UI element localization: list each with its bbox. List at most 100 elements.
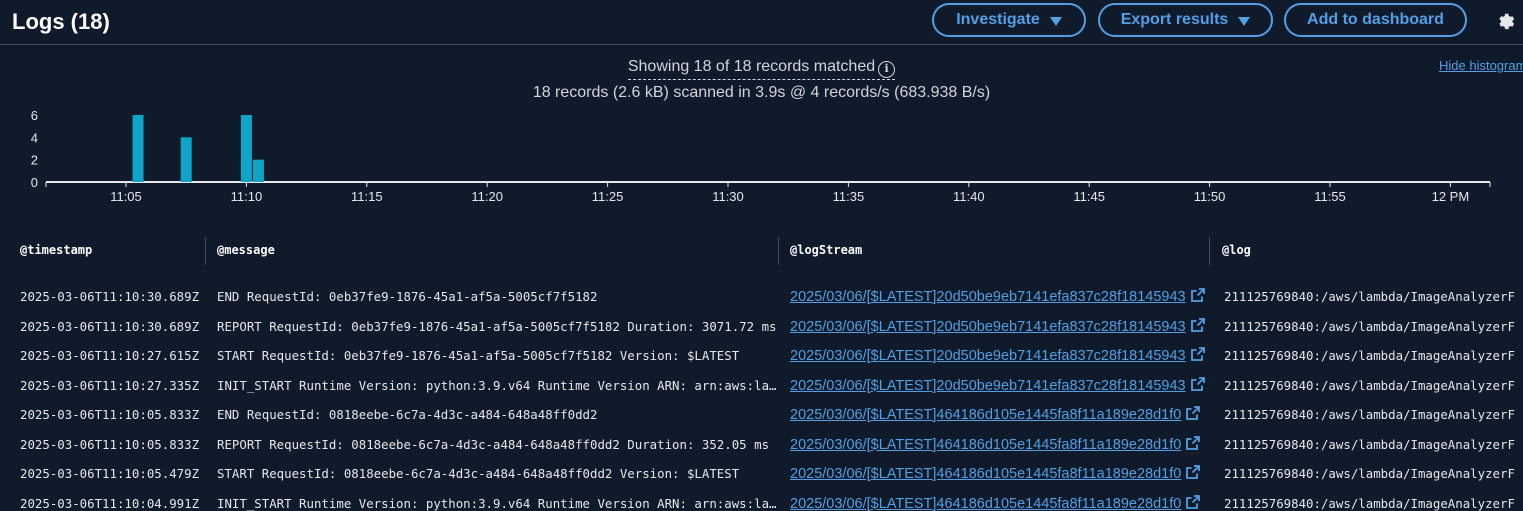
external-link-icon bbox=[1186, 406, 1201, 420]
x-tick-label: 11:20 bbox=[471, 189, 503, 204]
message-cell: INIT_START Runtime Version: python:3.9.v… bbox=[217, 495, 777, 511]
external-link-icon bbox=[1186, 435, 1201, 450]
page-title: Logs (18) bbox=[12, 9, 110, 34]
x-tick-label: 11:45 bbox=[1073, 189, 1105, 204]
table-row[interactable]: 2025-03-06T11:10:05.833Z END RequestId: 0… bbox=[0, 401, 1523, 430]
logstream-link[interactable]: 2025/03/06/[$LATEST]20d50be9eb7141efa837… bbox=[790, 289, 1186, 305]
investigate-label: Investigate bbox=[956, 11, 1040, 28]
message-cell: START RequestId: 0818eebe-6c7a-4d3c-a484… bbox=[217, 466, 740, 481]
timestamp-cell: 2025-03-06T11:10:04.991Z bbox=[20, 495, 200, 511]
add-to-dashboard-button[interactable]: Add to dashboard bbox=[1284, 3, 1467, 37]
external-link-icon bbox=[1190, 288, 1205, 302]
x-tick-label: 11:55 bbox=[1314, 189, 1346, 204]
logstream-link[interactable]: 2025/03/06/[$LATEST]464186d105e1445fa8f1… bbox=[790, 437, 1181, 453]
logs-header: Logs (18) Investigate Export results Add… bbox=[0, 0, 1523, 45]
y-tick-label: 6 bbox=[31, 108, 38, 123]
logstream-cell: 2025/03/06/[$LATEST]464186d105e1445fa8f1… bbox=[790, 464, 1210, 482]
histogram-bar[interactable] bbox=[180, 137, 192, 182]
timestamp-cell: 2025-03-06T11:10:30.689Z bbox=[20, 289, 200, 304]
timestamp-cell: 2025-03-06T11:10:27.335Z bbox=[20, 377, 200, 393]
logstream-cell: 2025/03/06/[$LATEST]20d50be9eb7141efa837… bbox=[790, 346, 1210, 364]
histogram-bar[interactable] bbox=[252, 159, 264, 182]
column-header[interactable]: @log bbox=[1222, 243, 1251, 271]
hide-histogram-link[interactable]: Hide histogram bbox=[1439, 58, 1523, 73]
log-group-cell: 211125769840:/aws/lambda/ImageAnalyzerF bbox=[1224, 377, 1515, 393]
investigate-button[interactable]: Investigate bbox=[932, 3, 1086, 37]
message-cell: END RequestId: 0eb37fe9-1876-45a1-af5a-5… bbox=[217, 289, 598, 304]
y-tick-label: 0 bbox=[31, 175, 38, 190]
logstream-cell: 2025/03/06/[$LATEST]464186d105e1445fa8f1… bbox=[790, 405, 1210, 423]
timestamp-cell: 2025-03-06T11:10:05.833Z bbox=[20, 407, 200, 422]
table-row[interactable]: 2025-03-06T11:10:05.479Z START RequestId:… bbox=[0, 460, 1523, 489]
export-label: Export results bbox=[1120, 11, 1229, 28]
timestamp-cell: 2025-03-06T11:10:05.479Z bbox=[20, 466, 200, 481]
log-group-cell: 211125769840:/aws/lambda/ImageAnalyzerF bbox=[1224, 466, 1515, 481]
info-icon[interactable]: i bbox=[878, 61, 896, 78]
records-matched: Showing 18 of 18 records matched i bbox=[0, 58, 1523, 80]
column-resizer[interactable] bbox=[1209, 237, 1210, 265]
logstream-link[interactable]: 2025/03/06/[$LATEST]20d50be9eb7141efa837… bbox=[790, 348, 1186, 364]
x-tick-label: 11:15 bbox=[351, 189, 383, 204]
records-matched-text: Showing 18 of 18 records matched bbox=[627, 58, 876, 75]
histogram-chart: 0 2 4 6 11:05 11:10 11:15 11:20 11:25 11:30 11:35 1… bbox=[31, 108, 1491, 204]
column-resizer[interactable] bbox=[205, 237, 206, 265]
logstream-link[interactable]: 2025/03/06/[$LATEST]464186d105e1445fa8f1… bbox=[790, 407, 1181, 423]
table-row[interactable]: 2025-03-06T11:10:05.833Z REPORT RequestId… bbox=[0, 431, 1523, 460]
logstream-cell: 2025/03/06/[$LATEST]20d50be9eb7141efa837… bbox=[790, 287, 1210, 305]
table-row[interactable]: 2025-03-06T11:10:30.689Z END RequestId: 0… bbox=[0, 283, 1523, 312]
table-row[interactable]: 2025-03-06T11:10:27.335Z INIT_START Runti… bbox=[0, 372, 1523, 401]
log-group-cell: 211125769840:/aws/lambda/ImageAnalyzerF bbox=[1224, 495, 1515, 511]
external-link-icon bbox=[1186, 465, 1201, 479]
log-group-cell: 211125769840:/aws/lambda/ImageAnalyzerF bbox=[1224, 407, 1515, 422]
logstream-link[interactable]: 2025/03/06/[$LATEST]20d50be9eb7141efa837… bbox=[790, 319, 1186, 335]
x-tick-label: 11:50 bbox=[1194, 189, 1226, 204]
x-tick-label: 11:10 bbox=[231, 189, 263, 204]
timestamp-cell: 2025-03-06T11:10:30.689Z bbox=[20, 318, 200, 334]
external-link-icon bbox=[1190, 347, 1205, 361]
logstream-link[interactable]: 2025/03/06/[$LATEST]464186d105e1445fa8f1… bbox=[790, 466, 1181, 482]
records-matched-tooltip-trigger[interactable]: Showing 18 of 18 records matched i bbox=[627, 58, 896, 80]
export-results-button[interactable]: Export results bbox=[1098, 3, 1273, 37]
message-cell: REPORT RequestId: 0818eebe-6c7a-4d3c-a48… bbox=[217, 436, 770, 452]
gear-icon[interactable] bbox=[1494, 11, 1516, 33]
table-row[interactable]: 2025-03-06T11:10:27.615Z START RequestId:… bbox=[0, 342, 1523, 371]
logstream-cell: 2025/03/06/[$LATEST]464186d105e1445fa8f1… bbox=[790, 494, 1210, 511]
log-group-cell: 211125769840:/aws/lambda/ImageAnalyzerF bbox=[1224, 348, 1515, 363]
message-cell: END RequestId: 0818eebe-6c7a-4d3c-a484-6… bbox=[217, 407, 598, 422]
x-tick-label: 11:05 bbox=[110, 189, 142, 204]
timestamp-cell: 2025-03-06T11:10:27.615Z bbox=[20, 348, 200, 363]
logstream-cell: 2025/03/06/[$LATEST]464186d105e1445fa8f1… bbox=[790, 435, 1210, 453]
logstream-cell: 2025/03/06/[$LATEST]20d50be9eb7141efa837… bbox=[790, 376, 1210, 394]
y-tick-label: 4 bbox=[31, 130, 38, 145]
log-group-cell: 211125769840:/aws/lambda/ImageAnalyzerF bbox=[1224, 289, 1515, 304]
x-tick-label: 12 PM bbox=[1432, 189, 1470, 204]
x-tick-label: 11:35 bbox=[833, 189, 865, 204]
column-header[interactable]: @logStream bbox=[790, 243, 862, 271]
column-header[interactable]: @message bbox=[217, 243, 275, 271]
external-link-icon bbox=[1190, 317, 1205, 332]
x-tick-label: 11:25 bbox=[592, 189, 624, 204]
column-header[interactable]: @timestamp bbox=[20, 243, 92, 271]
column-resizer[interactable] bbox=[778, 237, 779, 265]
logstream-cell: 2025/03/06/[$LATEST]20d50be9eb7141efa837… bbox=[790, 317, 1210, 335]
y-tick-label: 2 bbox=[31, 153, 38, 168]
logstream-link[interactable]: 2025/03/06/[$LATEST]20d50be9eb7141efa837… bbox=[790, 378, 1186, 394]
x-tick-label: 11:40 bbox=[953, 189, 985, 204]
message-cell: START RequestId: 0eb37fe9-1876-45a1-af5a… bbox=[217, 348, 740, 363]
histogram-bar[interactable] bbox=[240, 115, 252, 182]
timestamp-cell: 2025-03-06T11:10:05.833Z bbox=[20, 436, 200, 452]
table-row[interactable]: 2025-03-06T11:10:04.991Z INIT_START Runti… bbox=[0, 490, 1523, 511]
external-link-icon bbox=[1190, 376, 1205, 391]
log-group-cell: 211125769840:/aws/lambda/ImageAnalyzerF bbox=[1224, 436, 1515, 452]
message-cell: REPORT RequestId: 0eb37fe9-1876-45a1-af5… bbox=[217, 318, 777, 334]
table-row[interactable]: 2025-03-06T11:10:30.689Z REPORT RequestId… bbox=[0, 313, 1523, 342]
logstream-link[interactable]: 2025/03/06/[$LATEST]464186d105e1445fa8f1… bbox=[790, 496, 1181, 511]
x-tick-label: 11:30 bbox=[712, 189, 744, 204]
histogram-bar[interactable] bbox=[132, 115, 144, 182]
message-cell: INIT_START Runtime Version: python:3.9.v… bbox=[217, 377, 777, 393]
caret-down-icon bbox=[1049, 16, 1062, 26]
log-group-cell: 211125769840:/aws/lambda/ImageAnalyzerF bbox=[1224, 318, 1515, 334]
dashboard-label: Add to dashboard bbox=[1307, 11, 1444, 28]
caret-down-icon bbox=[1238, 16, 1251, 26]
external-link-icon bbox=[1186, 494, 1201, 509]
